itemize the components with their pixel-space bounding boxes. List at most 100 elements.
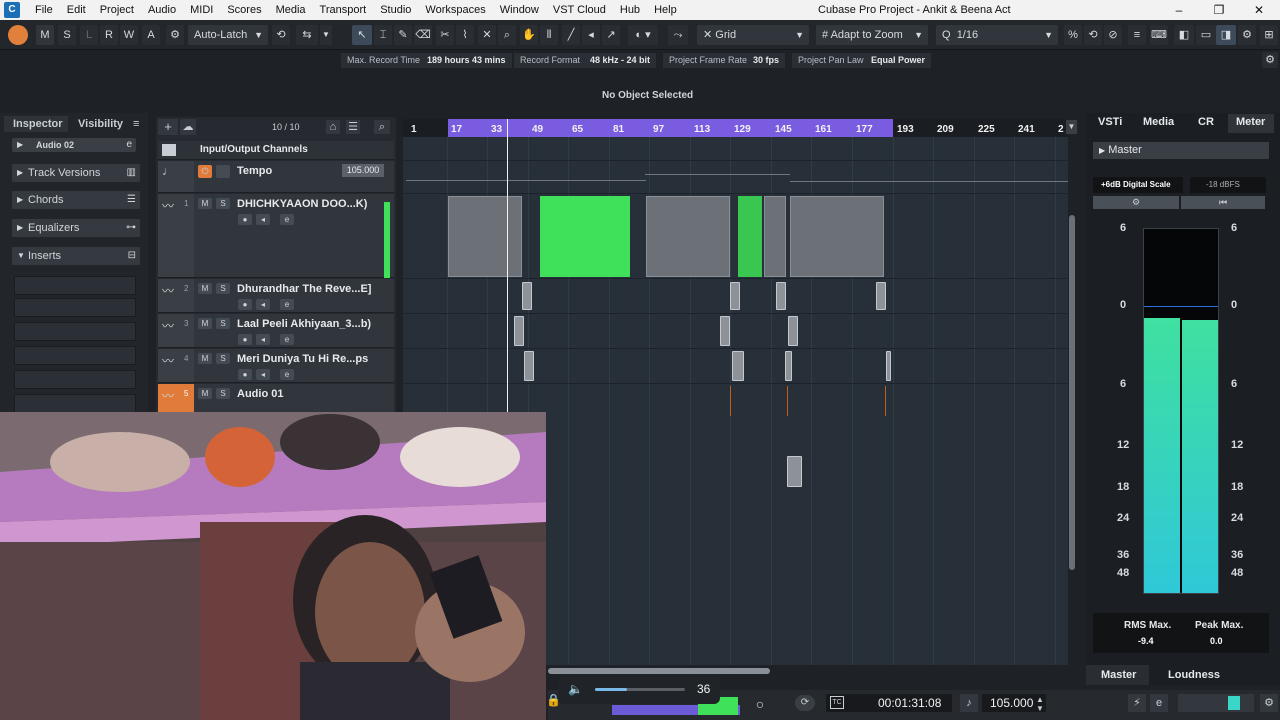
menu-hub[interactable]: Hub [613, 0, 647, 20]
zoom-tool-icon[interactable]: ⌕ [498, 25, 516, 45]
mute-button[interactable]: M [198, 318, 212, 329]
insert-slot[interactable] [14, 346, 136, 365]
automation-a-button[interactable]: A [142, 25, 160, 45]
audio-event[interactable] [732, 351, 744, 381]
insert-slot[interactable] [14, 394, 136, 413]
menu-workspaces[interactable]: Workspaces [418, 0, 492, 20]
track-name[interactable]: Audio 01 [237, 388, 283, 400]
audio-track[interactable]: 〰 4 M S Meri Duniya Tu Hi Re...ps ● ◂ e [158, 349, 394, 383]
edit-icon[interactable]: e [1150, 694, 1168, 712]
solo-mode-button[interactable]: S [58, 25, 76, 45]
speaker-icon[interactable]: ◂ [256, 299, 270, 310]
record-enable-button[interactable]: ● [238, 299, 252, 310]
line-tool-icon[interactable]: ╱ [562, 25, 580, 45]
minimize-button[interactable]: – [1159, 0, 1199, 20]
write-automation-button[interactable]: W [120, 25, 138, 45]
dbfs-select[interactable]: -18 dBFS [1190, 177, 1266, 193]
audio-event[interactable] [876, 282, 886, 310]
auto-scroll-icon[interactable]: ⤳ [668, 25, 688, 45]
track-name[interactable]: Laal Peeli Akhiyaan_3...b) [237, 318, 371, 330]
mute-button[interactable]: M [198, 283, 212, 294]
lock-icon[interactable]: 🔒 [546, 693, 561, 711]
record-enable-button[interactable]: ● [238, 214, 252, 225]
audio-event-selected[interactable] [540, 196, 630, 277]
keyboard-icon[interactable]: ⌨ [1150, 25, 1168, 45]
menu-scores[interactable]: Scores [220, 0, 268, 20]
automation-icon[interactable]: ⚙ [166, 25, 184, 45]
tab-master[interactable]: Master [1101, 669, 1136, 681]
monitor-button[interactable]: M [198, 198, 212, 209]
tempo-value[interactable]: 105.000 [342, 164, 384, 177]
split-tool-icon[interactable]: ✂ [436, 25, 454, 45]
tab-cr[interactable]: CR [1198, 116, 1214, 128]
track-name[interactable]: DHICHKYAAON DOO...K) [237, 198, 367, 210]
meter-settings-gear-icon[interactable]: ⚙ [1093, 196, 1179, 209]
tab-vsti[interactable]: VSTi [1098, 116, 1122, 128]
track-presets-icon[interactable]: ☁ [180, 119, 196, 135]
speaker-icon[interactable]: ◂ [256, 334, 270, 345]
hand-tool-icon[interactable]: ✋ [520, 25, 538, 45]
speaker-icon[interactable]: ◂ [256, 214, 270, 225]
track-name[interactable]: Meri Duniya Tu Hi Re...ps [237, 353, 368, 365]
restore-button[interactable]: ❐ [1199, 0, 1239, 20]
audio-event[interactable] [764, 196, 786, 277]
settings-gear-icon[interactable]: ⚙ [1238, 25, 1256, 45]
record-enable-button[interactable]: ● [238, 369, 252, 380]
inspector-track-header[interactable]: ▶ Audio 02 e [12, 138, 136, 152]
solo-button[interactable]: S [216, 388, 230, 399]
draw-tool-icon[interactable]: ✎ [394, 25, 412, 45]
chevron-down-icon[interactable]: ▼ [320, 25, 332, 45]
close-button[interactable]: ✕ [1239, 0, 1279, 20]
insert-slot[interactable] [14, 276, 136, 295]
range-tool-icon[interactable]: ⌶ [374, 25, 392, 45]
info-settings-gear-icon[interactable]: ⚙ [1262, 52, 1278, 68]
record-enable-button[interactable]: ● [238, 334, 252, 345]
audio-event[interactable] [514, 316, 524, 346]
transport-settings-gear-icon[interactable]: ⚙ [1260, 694, 1278, 712]
section-inserts[interactable]: ▼ Inserts ⊟ [12, 247, 140, 265]
meter-reset-icon[interactable]: ⏮ [1181, 196, 1265, 209]
left-zone-toggle-icon[interactable]: ◧ [1174, 25, 1194, 45]
tab-inspector[interactable]: Inspector [13, 116, 63, 132]
audio-event[interactable] [524, 351, 534, 381]
audio-event[interactable] [646, 196, 730, 277]
max-record-time-value[interactable]: 189 hours 43 mins [421, 53, 512, 68]
menu-edit[interactable]: Edit [60, 0, 93, 20]
automation-mode-select[interactable]: Auto-Latch ▼ [188, 25, 268, 45]
tab-visibility[interactable]: Visibility [78, 116, 123, 132]
audio-event[interactable] [790, 196, 884, 277]
section-chords[interactable]: ▶ Chords ☰ [12, 191, 140, 209]
mute-mode-button[interactable]: M [36, 25, 54, 45]
section-track-versions[interactable]: ▶ Track Versions ▥ [12, 164, 140, 182]
audio-event[interactable] [730, 282, 740, 310]
ruler-menu-icon[interactable]: ▼ [1066, 120, 1077, 134]
menu-icon[interactable]: ≡ [133, 116, 139, 132]
activate-project-button[interactable] [8, 25, 28, 45]
mute-button[interactable]: M [198, 388, 212, 399]
quantize-apply-icon[interactable]: % [1064, 25, 1082, 45]
edit-channel-icon[interactable]: e [126, 138, 132, 152]
snap-icon[interactable]: ⟲ [272, 25, 290, 45]
tempo-stepper-icon[interactable]: ▲ ▼ [1036, 695, 1044, 713]
zoom-mode-select[interactable]: # Adapt to Zoom ▼ [816, 25, 928, 45]
mute-tool-icon[interactable]: ✕ [478, 25, 496, 45]
digital-scale-select[interactable]: +6dB Digital Scale [1093, 177, 1183, 193]
tempo-track[interactable]: ♩ ⏻ Tempo 105.000 [158, 161, 394, 193]
vertical-scroll-thumb[interactable] [1069, 215, 1075, 570]
listen-mode-button[interactable]: L [80, 25, 98, 45]
timewarp-tool-icon[interactable]: ⫴ [540, 25, 558, 45]
list-icon[interactable]: ☰ [346, 120, 360, 134]
audio-track[interactable]: 〰 1 M S DHICHKYAAON DOO...K) ● ◂ e [158, 194, 394, 278]
search-icon[interactable]: ⌕ [374, 120, 390, 134]
lane-view-icon[interactable]: ≡ [1128, 25, 1146, 45]
speaker-icon[interactable]: ◂ [256, 369, 270, 380]
cycle-icon[interactable]: ⟳ [795, 695, 815, 711]
tempo-active-icon[interactable]: ⏻ [198, 165, 212, 178]
menu-studio[interactable]: Studio [373, 0, 418, 20]
punch-icon[interactable]: ⚡ [1128, 694, 1146, 712]
add-track-icon[interactable]: + [158, 119, 178, 135]
erase-tool-icon[interactable]: ⌫ [414, 25, 432, 45]
audio-track[interactable]: 〰 2 M S Dhurandhar The Reve...E] ● ◂ e [158, 279, 394, 313]
object-select-tool-icon[interactable]: ↖ [352, 25, 372, 45]
drag-mode-icon[interactable]: ⇆ [296, 25, 318, 45]
